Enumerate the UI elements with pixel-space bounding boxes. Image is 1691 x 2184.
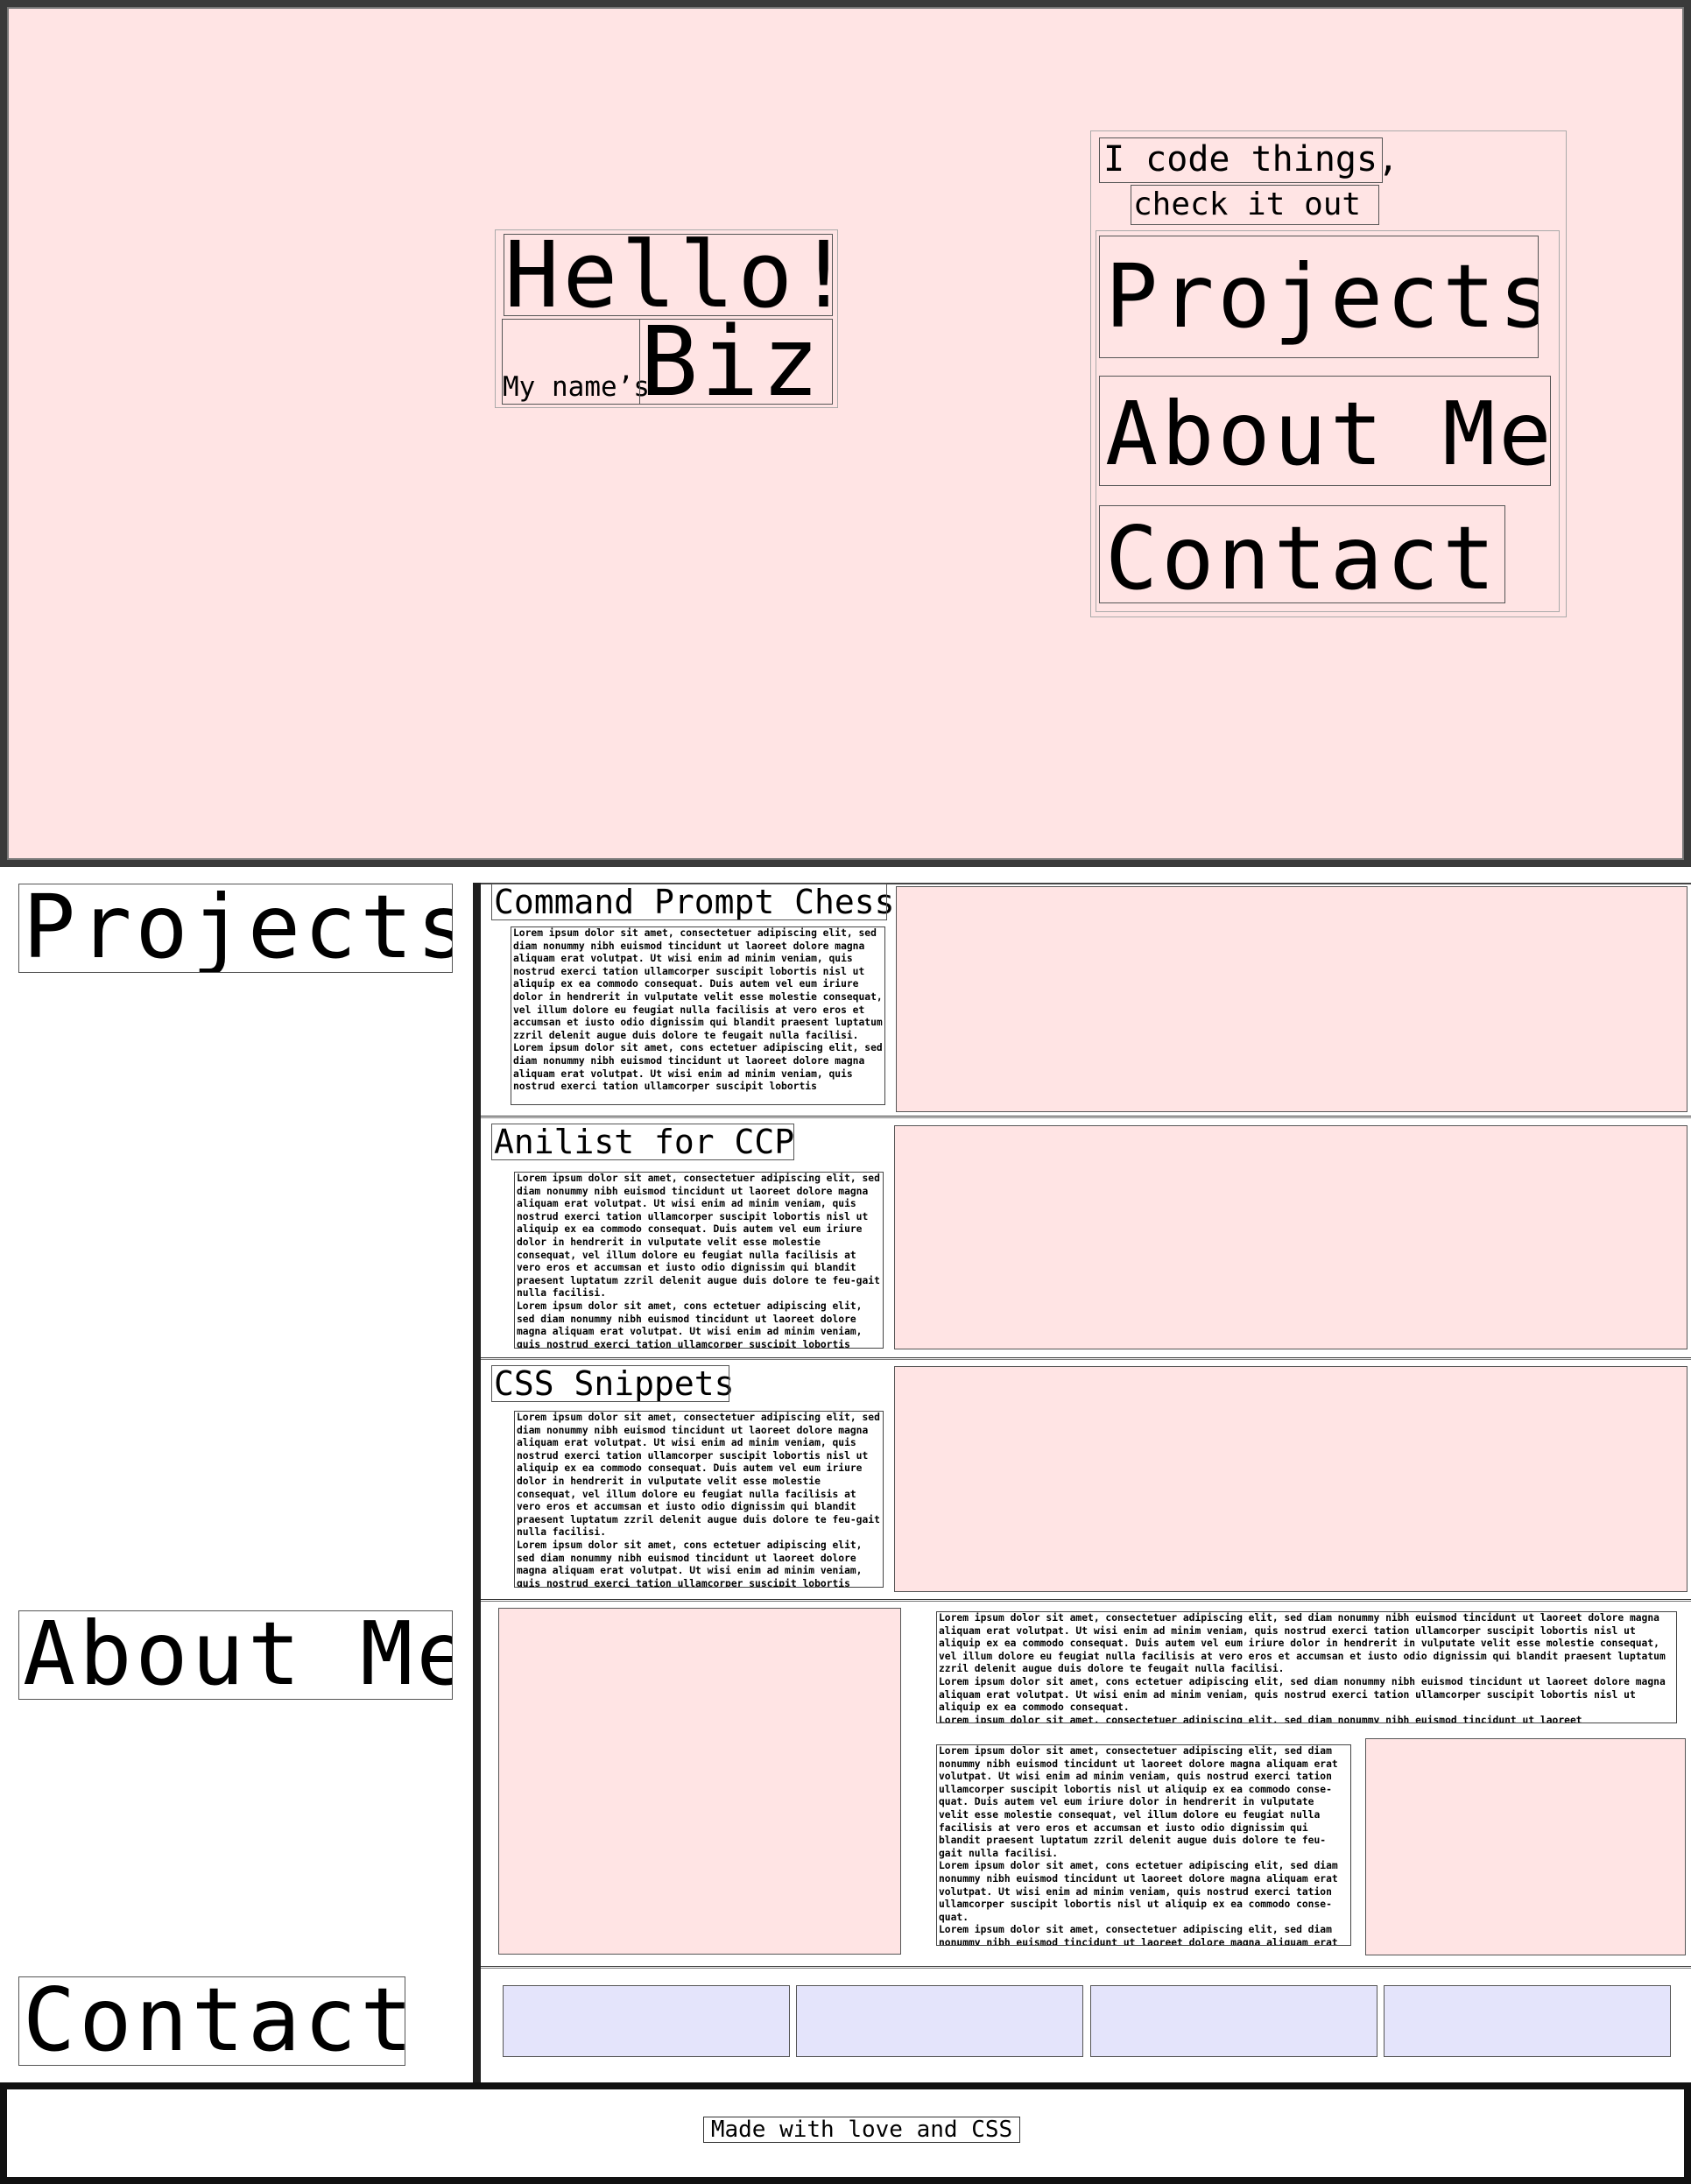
tagline-line-1: I code things, [1099,137,1399,183]
project-title-anilist-for-ccp[interactable]: Anilist for CCP [491,1124,794,1160]
section-divider-vertical [473,883,481,2082]
contact-link-2[interactable] [796,1985,1083,2057]
about-text-top: Lorem ipsum dolor sit amet, consectetuer… [936,1611,1677,1723]
tagline-line-2: check it out [1131,185,1379,225]
project-description: Lorem ipsum dolor sit amet, consectetuer… [514,1172,884,1349]
project-separator [481,1116,1691,1118]
project-description: Lorem ipsum dolor sit amet, consectetuer… [514,1411,884,1588]
project-title-css-snippets[interactable]: CSS Snippets [491,1365,735,1402]
nav-link-contact[interactable]: Contact [1099,505,1505,603]
footer-text: Made with love and CSS [703,2117,1020,2143]
my-name-label: My name’s [503,371,650,403]
name-heading: Biz [639,314,833,410]
contact-link-3[interactable] [1090,1985,1377,2057]
about-photo-placeholder [498,1608,901,1955]
project-title-command-prompt-chess[interactable]: Command Prompt Chess [491,884,895,920]
nav-link-projects[interactable]: Projects [1099,236,1539,358]
about-section-heading: About Me [18,1610,453,1700]
hello-heading: Hello! [504,222,855,328]
nav-link-about-me[interactable]: About Me [1099,376,1551,486]
project-image-placeholder [894,1366,1687,1592]
project-description: Lorem ipsum dolor sit amet, consectetuer… [511,926,885,1105]
contact-link-4[interactable] [1384,1985,1671,2057]
project-image-placeholder [894,1125,1687,1349]
projects-section-heading: Projects [18,884,453,973]
about-text-bottom: Lorem ipsum dolor sit amet, consectetuer… [936,1744,1351,1946]
project-separator [481,1357,1691,1360]
section-separator [481,1599,1691,1602]
contact-link-1[interactable] [503,1985,790,2057]
contact-section-heading: Contact [18,1976,405,2066]
section-separator [481,1966,1691,1969]
project-image-placeholder [896,886,1687,1112]
about-image-placeholder [1365,1738,1686,1955]
